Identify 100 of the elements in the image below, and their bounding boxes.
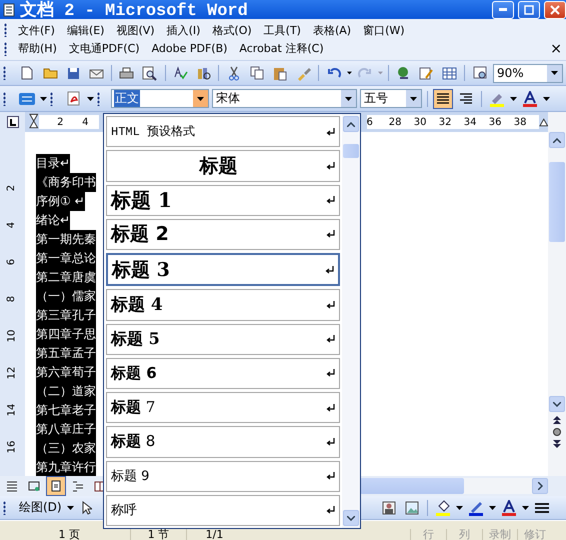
scrollbar-thumb[interactable] (343, 144, 359, 158)
style-option[interactable]: 标题 7 (106, 392, 340, 424)
clipboard-icon (273, 66, 288, 80)
scroll-up-button[interactable] (549, 132, 565, 148)
status-text: 修订 (517, 529, 552, 540)
scroll-down-button[interactable] (343, 510, 359, 526)
menu-item[interactable]: 工具(T) (260, 22, 304, 38)
style-option[interactable]: 标题 (106, 150, 340, 182)
map-icon (472, 66, 488, 80)
menu-item[interactable]: Adobe PDF(B) (148, 42, 230, 55)
folder-icon (42, 67, 58, 79)
brush-icon (296, 66, 311, 80)
magnifier-icon (142, 66, 158, 80)
pen-icon (469, 500, 483, 516)
tab-stop-icon (6, 116, 18, 128)
font-field[interactable]: 宋体 (212, 89, 357, 108)
font-color-button[interactable] (520, 88, 540, 108)
caret-icon (510, 96, 517, 100)
menu-item[interactable]: 文电通PDF(C) (66, 41, 143, 56)
page-icon (21, 66, 33, 80)
style-option[interactable]: 标题 6 (106, 358, 340, 389)
pencil-grid-icon (418, 66, 434, 80)
scroll-right-button[interactable] (532, 478, 548, 494)
return-icon (326, 300, 335, 309)
style-option[interactable]: 标题 4 (106, 289, 340, 320)
ruler-number: 16 (6, 440, 18, 454)
caret-icon (378, 71, 383, 75)
font-size-field[interactable]: 五号 (360, 89, 422, 108)
image-icon (405, 500, 419, 514)
globe-icon (396, 66, 411, 80)
spelling-icon (172, 66, 188, 80)
minimize-button[interactable] (492, 0, 514, 18)
caret-icon (489, 506, 496, 510)
ruler-number: 4 (81, 116, 88, 128)
ruler-number: 32 (438, 116, 452, 128)
scroll-down-button[interactable] (549, 396, 565, 412)
menu-item[interactable]: 视图(V) (113, 22, 158, 38)
close-menu-button[interactable]: × (550, 40, 562, 56)
toolbar-grip[interactable] (3, 66, 6, 80)
paint-bucket-icon (436, 500, 450, 516)
ruler-number: 12 (6, 366, 18, 380)
style-option[interactable]: 标题 2 (106, 218, 340, 250)
return-icon (326, 472, 335, 480)
ruler-number: 38 (512, 116, 526, 128)
menu-item[interactable]: 插入(I) (164, 22, 204, 38)
font-color-button[interactable] (499, 498, 519, 518)
style-option[interactable]: HTML 预设格式 (106, 116, 340, 148)
ruler-number: 30 (412, 116, 426, 128)
justify-button[interactable] (433, 88, 453, 108)
status-text: 录制 (482, 529, 517, 540)
caret-icon (66, 506, 74, 510)
scrollbar-thumb[interactable] (549, 162, 565, 242)
menu-item[interactable]: 文件(F) (15, 22, 58, 38)
person-card-icon (382, 500, 396, 514)
scroll-up-button[interactable] (343, 116, 359, 132)
style-option[interactable]: 标题 3 (106, 253, 340, 286)
minimize-icon (499, 8, 507, 11)
menu-item[interactable]: 窗口(W) (360, 22, 408, 38)
caret-icon (345, 96, 352, 100)
style-option[interactable]: 标题 9 (106, 460, 340, 492)
scrollbar-thumb[interactable] (360, 478, 464, 494)
style-field[interactable]: 正文 (111, 89, 209, 108)
ruler-number: 34 (462, 116, 476, 128)
toolbar-grip[interactable] (97, 92, 100, 106)
return-icon (326, 162, 335, 170)
drawing-menu[interactable]: 绘图(D) (17, 499, 64, 516)
envelope-icon (88, 66, 104, 80)
close-icon (550, 4, 560, 14)
toolbar-grip[interactable] (50, 92, 53, 106)
style-option[interactable]: 标题 8 (106, 426, 340, 458)
fill-color-button[interactable] (433, 498, 453, 518)
toolbar-grip[interactable] (3, 500, 6, 514)
view-button[interactable] (46, 476, 66, 496)
style-option[interactable]: 标题 1 (106, 184, 340, 216)
status-text: 行 (410, 529, 446, 540)
menu-item[interactable]: 编辑(E) (64, 22, 108, 38)
return-icon (326, 438, 335, 446)
menu-item[interactable]: 帮助(H) (15, 41, 60, 56)
maximize-button[interactable] (518, 0, 540, 18)
toolbar-grip[interactable] (4, 23, 7, 37)
style-option[interactable]: 标题 5 (106, 324, 340, 355)
ruler-number: 2 (56, 116, 64, 128)
style-option[interactable]: 称呼 (106, 494, 340, 526)
caret-icon (456, 506, 463, 510)
zoom-field[interactable]: 90% (493, 64, 564, 82)
menu-item[interactable]: 格式(O) (209, 22, 255, 38)
return-icon (326, 506, 335, 514)
return-icon (326, 128, 335, 136)
toolbar-grip[interactable] (3, 92, 6, 106)
ruler-number: 36 (488, 116, 502, 128)
ruler-number: 28 (388, 116, 402, 128)
web-page-icon (27, 479, 41, 493)
align-right-icon (458, 90, 474, 106)
menu-item[interactable]: Acrobat 注释(C) (236, 41, 327, 56)
close-button[interactable] (544, 0, 566, 18)
menu-item[interactable]: 表格(A) (310, 22, 354, 38)
window-title: 文档 2 - Microsoft Word (20, 0, 249, 21)
toolbar-grip[interactable] (4, 42, 7, 56)
return-icon (326, 369, 335, 378)
undo-icon (326, 67, 341, 79)
